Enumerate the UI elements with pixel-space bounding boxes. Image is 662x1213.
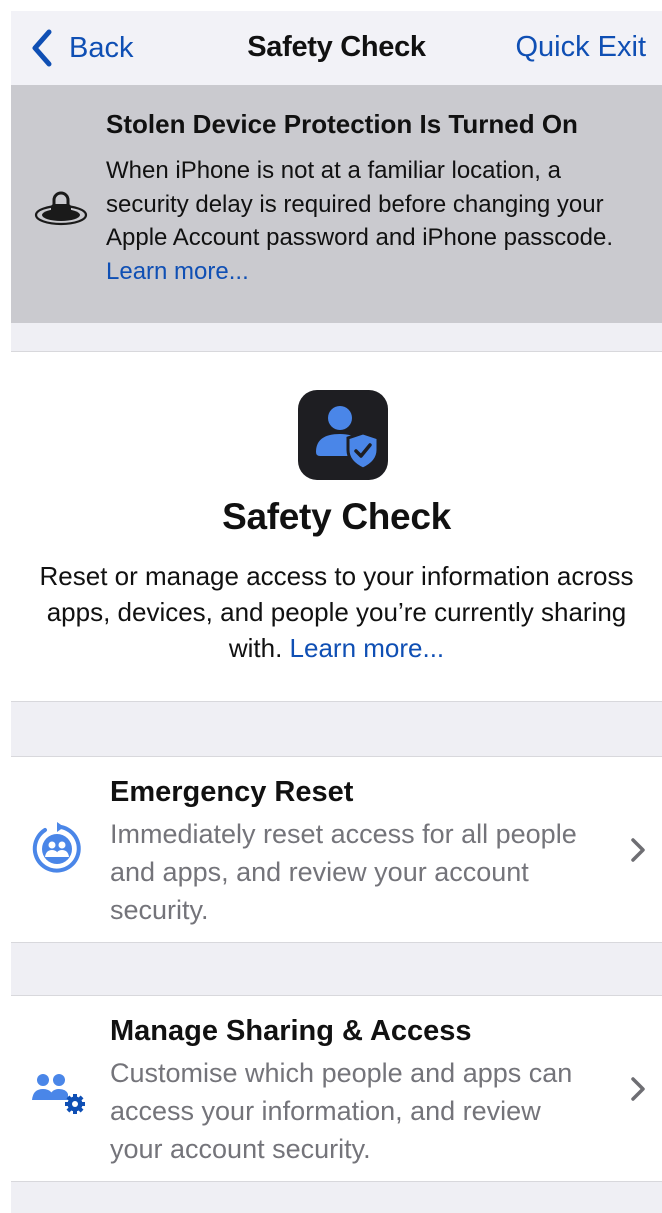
person-with-shield-check-icon: [316, 406, 380, 471]
hero-title: Safety Check: [222, 496, 451, 537]
chevron-right-icon: [631, 838, 645, 862]
safety-check-app-icon: [298, 390, 388, 480]
quick-exit-button[interactable]: Quick Exit: [515, 31, 646, 64]
chevron-right-icon: [631, 1077, 645, 1101]
navigation-bar: Back Safety Check Quick Exit: [11, 11, 662, 85]
people-gear-icon: [32, 1074, 85, 1114]
banner-title: Stolen Device Protection Is Turned On: [106, 109, 578, 139]
emergency-reset-people-icon: [32, 822, 81, 873]
emergency-reset-row[interactable]: Emergency Reset Immediately reset access…: [11, 756, 662, 943]
banner-text: When iPhone is not at a familiar locatio…: [106, 154, 646, 288]
hero-learn-more-link[interactable]: Learn more...: [290, 633, 445, 663]
banner-learn-more-link[interactable]: Learn more...: [106, 258, 249, 285]
emergency-reset-description: Immediately reset access for all people …: [110, 819, 577, 925]
banner-body: When iPhone is not at a familiar locatio…: [106, 157, 614, 251]
manage-sharing-access-row[interactable]: Manage Sharing & Access Customise which …: [11, 995, 662, 1182]
safety-check-screen: Back Safety Check Quick Exit Stolen Devi…: [11, 11, 662, 1213]
manage-sharing-title: Manage Sharing & Access: [110, 1015, 472, 1047]
manage-sharing-description: Customise which people and apps can acce…: [110, 1058, 573, 1164]
stolen-device-protection-banner: Stolen Device Protection Is Turned On Wh…: [11, 85, 662, 323]
hero-text: Reset or manage access to your informati…: [31, 558, 642, 666]
emergency-reset-title: Emergency Reset: [110, 776, 354, 808]
safety-check-hero: Safety Check Reset or manage access to y…: [11, 351, 662, 702]
lock-on-circle-icon: [34, 191, 88, 226]
